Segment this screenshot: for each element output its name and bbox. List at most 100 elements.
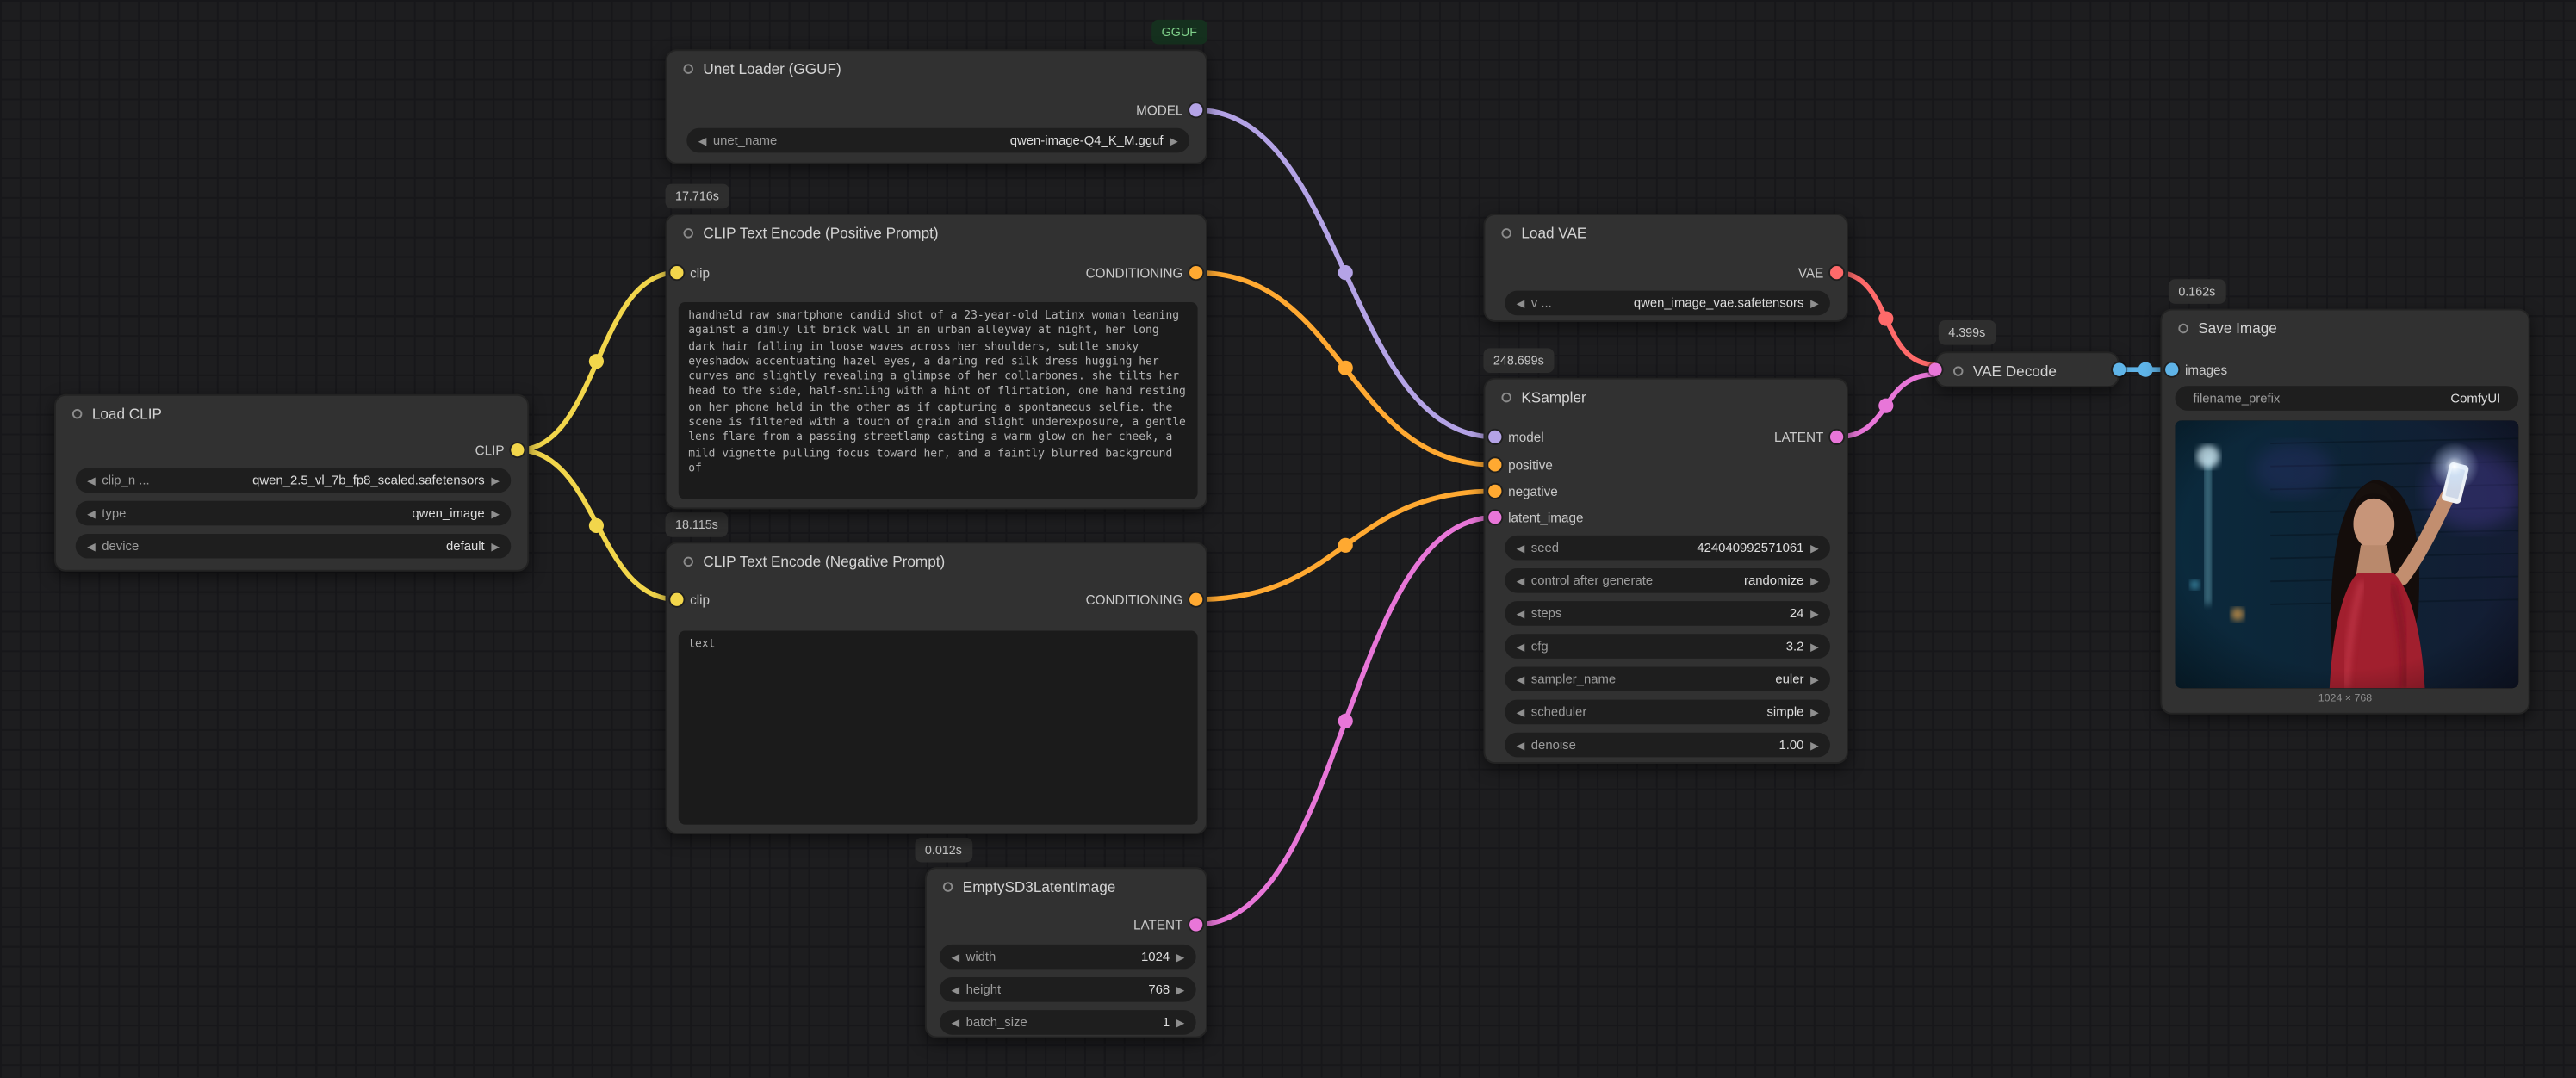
increment-arrow-icon[interactable]: ▶ — [1173, 983, 1188, 996]
decrement-arrow-icon[interactable]: ◀ — [1513, 296, 1528, 309]
port-ksampler-latent-image-input[interactable] — [1488, 511, 1501, 524]
increment-arrow-icon[interactable]: ▶ — [1807, 640, 1822, 653]
increment-arrow-icon[interactable]: ▶ — [1173, 950, 1188, 963]
decrement-arrow-icon[interactable]: ◀ — [1513, 672, 1528, 685]
link-midpoint-dot[interactable] — [1338, 714, 1353, 728]
widget-unet-name[interactable]: ◀ unet_name qwen-image-Q4_K_M.gguf ▶ — [686, 128, 1189, 153]
port-ksampler-model-input[interactable] — [1488, 431, 1501, 443]
link-midpoint-dot[interactable] — [1338, 361, 1353, 375]
widget-clip-name[interactable]: ◀ clip_n ... qwen_2.5_vl_7b_fp8_scaled.s… — [76, 468, 511, 493]
decrement-arrow-icon[interactable]: ◀ — [948, 983, 963, 996]
preview-image[interactable] — [2176, 420, 2519, 688]
node-header[interactable]: EmptySD3LatentImage — [927, 869, 1206, 905]
widget-device[interactable]: ◀ device default ▶ — [76, 534, 511, 559]
port-conditioning-output-negative[interactable] — [1189, 593, 1202, 606]
increment-arrow-icon[interactable]: ▶ — [488, 506, 503, 519]
decrement-arrow-icon[interactable]: ◀ — [84, 474, 98, 486]
widget-scheduler[interactable]: ◀ scheduler simple ▶ — [1505, 700, 1830, 725]
port-clip-input-positive[interactable] — [670, 266, 683, 279]
decrement-arrow-icon[interactable]: ◀ — [1513, 738, 1528, 751]
widget-seed[interactable]: ◀ seed 424040992571061 ▶ — [1505, 536, 1830, 561]
node-unet-loader[interactable]: Unet Loader (GGUF) MODEL ◀ unet_name qwe… — [666, 49, 1207, 164]
node-clip-text-encode-negative[interactable]: CLIP Text Encode (Negative Prompt) clip … — [666, 542, 1207, 834]
node-load-clip[interactable]: Load CLIP CLIP ◀ clip_n ... qwen_2.5_vl_… — [54, 394, 529, 572]
port-ksampler-positive-input[interactable] — [1488, 458, 1501, 471]
collapse-dot[interactable] — [684, 64, 693, 73]
increment-arrow-icon[interactable]: ▶ — [1807, 738, 1822, 751]
link-midpoint-dot[interactable] — [1878, 311, 1893, 325]
decrement-arrow-icon[interactable]: ◀ — [1513, 607, 1528, 620]
decrement-arrow-icon[interactable]: ◀ — [948, 950, 963, 963]
link-midpoint-dot[interactable] — [589, 518, 604, 533]
increment-arrow-icon[interactable]: ▶ — [1166, 133, 1181, 146]
link-midpoint-dot[interactable] — [1338, 538, 1353, 553]
node-clip-text-encode-positive[interactable]: CLIP Text Encode (Positive Prompt) clip … — [666, 214, 1207, 509]
widget-type[interactable]: ◀ type qwen_image ▶ — [76, 501, 511, 526]
widget-batch-size[interactable]: ◀ batch_size 1 ▶ — [940, 1010, 1196, 1035]
decrement-arrow-icon[interactable]: ◀ — [695, 133, 710, 146]
port-vae-decode-input[interactable] — [1928, 363, 1941, 376]
port-vae-output[interactable] — [1830, 266, 1843, 279]
port-latent-output-empty[interactable] — [1189, 918, 1202, 931]
increment-arrow-icon[interactable]: ▶ — [488, 540, 503, 553]
collapse-dot[interactable] — [72, 409, 82, 418]
widget-sampler-name[interactable]: ◀ sampler_name euler ▶ — [1505, 666, 1830, 691]
widget-steps[interactable]: ◀ steps 24 ▶ — [1505, 601, 1830, 626]
decrement-arrow-icon[interactable]: ◀ — [1513, 542, 1528, 554]
node-header[interactable]: Unet Loader (GGUF) — [667, 51, 1206, 87]
collapse-dot[interactable] — [684, 557, 693, 567]
collapse-dot[interactable] — [1953, 366, 1963, 375]
decrement-arrow-icon[interactable]: ◀ — [84, 506, 98, 519]
port-vae-decode-image-output[interactable] — [2113, 363, 2126, 376]
negative-prompt-textarea[interactable]: text — [679, 630, 1198, 824]
node-ksampler[interactable]: KSampler model LATENT positive negative … — [1483, 378, 1847, 764]
widget-filename-prefix[interactable]: filename_prefix ComfyUI — [2176, 386, 2519, 411]
widget-denoise[interactable]: ◀ denoise 1.00 ▶ — [1505, 733, 1830, 758]
widget-cfg[interactable]: ◀ cfg 3.2 ▶ — [1505, 634, 1830, 659]
node-header[interactable]: Load VAE — [1485, 215, 1847, 251]
node-vae-decode[interactable]: VAE Decode — [1935, 351, 2120, 387]
increment-arrow-icon[interactable]: ▶ — [1807, 607, 1822, 620]
widget-vae-name[interactable]: ◀ v ... qwen_image_vae.safetensors ▶ — [1505, 291, 1830, 316]
collapse-dot[interactable] — [2178, 324, 2188, 333]
decrement-arrow-icon[interactable]: ◀ — [84, 540, 98, 553]
port-model-output[interactable] — [1189, 103, 1202, 116]
widget-control-after-generate[interactable]: ◀ control after generate randomize ▶ — [1505, 568, 1830, 593]
port-clip-input-negative[interactable] — [670, 593, 683, 606]
port-ksampler-negative-input[interactable] — [1488, 485, 1501, 498]
collapse-dot[interactable] — [943, 882, 953, 891]
increment-arrow-icon[interactable]: ▶ — [1807, 705, 1822, 718]
collapse-dot[interactable] — [1501, 228, 1511, 238]
collapse-dot[interactable] — [1501, 393, 1511, 402]
widget-height[interactable]: ◀ height 768 ▶ — [940, 977, 1196, 1002]
port-conditioning-output-positive[interactable] — [1189, 266, 1202, 279]
link-midpoint-dot[interactable] — [1338, 265, 1353, 280]
node-header[interactable]: CLIP Text Encode (Negative Prompt) — [667, 543, 1206, 579]
node-empty-sd3-latent-image[interactable]: EmptySD3LatentImage LATENT ◀ width 1024 … — [925, 867, 1207, 1038]
node-header[interactable]: KSampler — [1485, 380, 1847, 416]
increment-arrow-icon[interactable]: ▶ — [1173, 1016, 1188, 1029]
widget-width[interactable]: ◀ width 1024 ▶ — [940, 945, 1196, 970]
decrement-arrow-icon[interactable]: ◀ — [948, 1016, 963, 1029]
port-clip-output[interactable] — [511, 443, 524, 456]
increment-arrow-icon[interactable]: ▶ — [1807, 542, 1822, 554]
positive-prompt-textarea[interactable]: handheld raw smartphone candid shot of a… — [679, 302, 1198, 499]
decrement-arrow-icon[interactable]: ◀ — [1513, 640, 1528, 653]
node-header[interactable]: CLIP Text Encode (Positive Prompt) — [667, 215, 1206, 251]
node-header[interactable]: VAE Decode — [1937, 353, 2118, 389]
link-midpoint-dot[interactable] — [1878, 399, 1893, 413]
port-ksampler-latent-output[interactable] — [1830, 431, 1843, 443]
decrement-arrow-icon[interactable]: ◀ — [1513, 705, 1528, 718]
collapse-dot[interactable] — [684, 228, 693, 238]
port-save-image-images-input[interactable] — [2165, 363, 2178, 376]
increment-arrow-icon[interactable]: ▶ — [1807, 672, 1822, 685]
increment-arrow-icon[interactable]: ▶ — [1807, 296, 1822, 309]
decrement-arrow-icon[interactable]: ◀ — [1513, 574, 1528, 587]
node-load-vae[interactable]: Load VAE VAE ◀ v ... qwen_image_vae.safe… — [1483, 214, 1847, 322]
node-header[interactable]: Load CLIP — [56, 396, 527, 432]
node-save-image[interactable]: Save Image images filename_prefix ComfyU… — [2160, 309, 2529, 715]
link-midpoint-dot[interactable] — [2138, 362, 2153, 377]
increment-arrow-icon[interactable]: ▶ — [1807, 574, 1822, 587]
node-graph-canvas[interactable]: GGUF 17.716s 18.115s 0.012s 248.699s 4.3… — [0, 0, 2576, 1077]
link-midpoint-dot[interactable] — [589, 354, 604, 369]
